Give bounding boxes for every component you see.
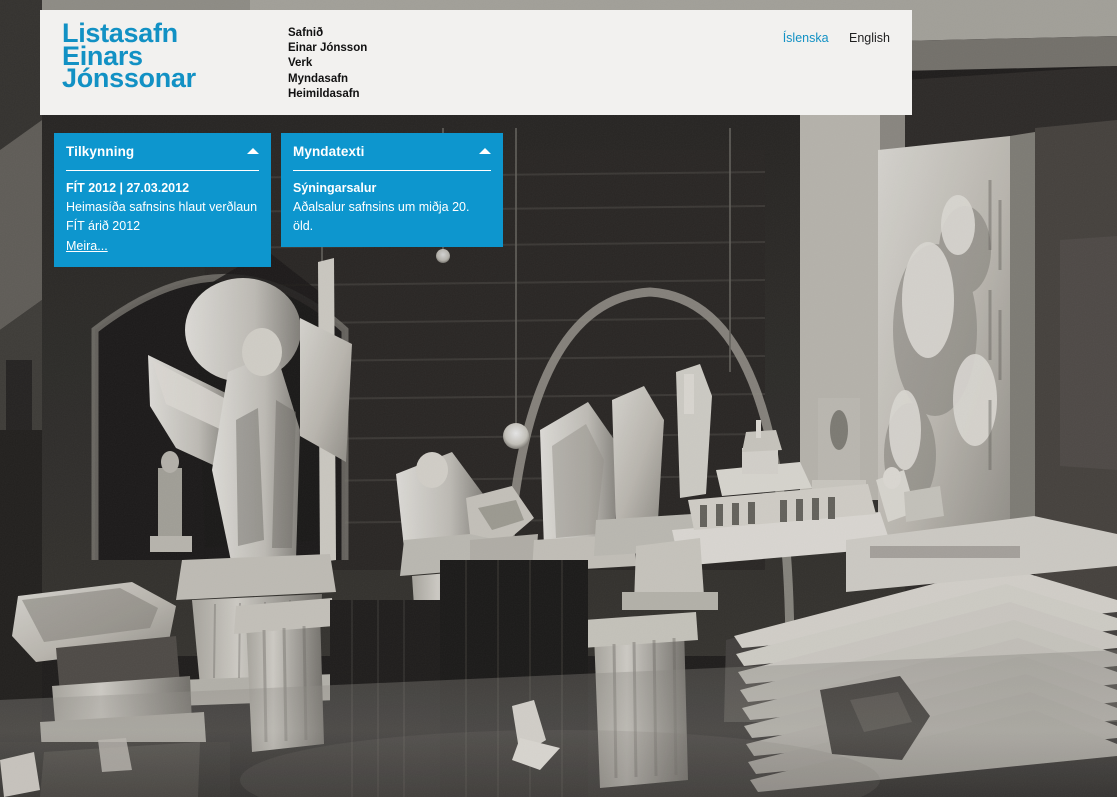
language-option-icelandic[interactable]: Íslenska	[783, 31, 829, 45]
notice-item-headline: FÍT 2012 | 27.03.2012	[66, 181, 190, 195]
notice-item-text: Heimasíða safnsins hlaut verðlaun FÍT ár…	[66, 200, 258, 233]
triangle-up-icon[interactable]	[479, 148, 491, 154]
main-navigation: Safnið Einar Jónsson Verk Myndasafn Heim…	[288, 26, 367, 102]
caption-panel-body: Sýningarsalur Aðalsalur safnsins um miðj…	[293, 179, 491, 235]
page-root: Listasafn Einars Jónssonar Safnið Einar …	[0, 0, 1117, 797]
caption-panel-title: Myndatexti	[293, 144, 365, 159]
notice-panel-title: Tilkynning	[66, 144, 135, 159]
triangle-up-icon[interactable]	[247, 148, 259, 154]
nav-item-heimildasafn[interactable]: Heimildasafn	[288, 87, 367, 102]
background-photograph	[0, 0, 1117, 797]
nav-item-einar-jonsson[interactable]: Einar Jónsson	[288, 41, 367, 56]
notice-panel-body: FÍT 2012 | 27.03.2012 Heimasíða safnsins…	[66, 179, 259, 255]
caption-panel-divider	[293, 170, 491, 171]
language-option-english[interactable]: English	[849, 31, 890, 45]
notice-more-link[interactable]: Meira...	[66, 237, 108, 255]
nav-item-safnid[interactable]: Safnið	[288, 26, 367, 41]
notice-panel: Tilkynning FÍT 2012 | 27.03.2012 Heimasí…	[54, 133, 271, 267]
site-title-line-3: Jónssonar	[62, 63, 196, 94]
nav-item-myndasafn[interactable]: Myndasafn	[288, 72, 367, 87]
notice-panel-divider	[66, 170, 259, 171]
image-caption-panel: Myndatexti Sýningarsalur Aðalsalur safns…	[281, 133, 503, 247]
caption-item-text: Aðalsalur safnsins um miðja 20. öld.	[293, 200, 470, 233]
caption-item-headline: Sýningarsalur	[293, 181, 377, 195]
caption-panel-header: Myndatexti	[293, 143, 491, 170]
notice-panel-header: Tilkynning	[66, 143, 259, 170]
language-switcher: Íslenska English	[767, 29, 890, 47]
gallery-hall-photo	[0, 0, 1117, 797]
nav-item-verk[interactable]: Verk	[288, 56, 367, 71]
site-header: Listasafn Einars Jónssonar Safnið Einar …	[40, 10, 912, 115]
site-logo-title[interactable]: Listasafn Einars Jónssonar	[62, 20, 196, 94]
